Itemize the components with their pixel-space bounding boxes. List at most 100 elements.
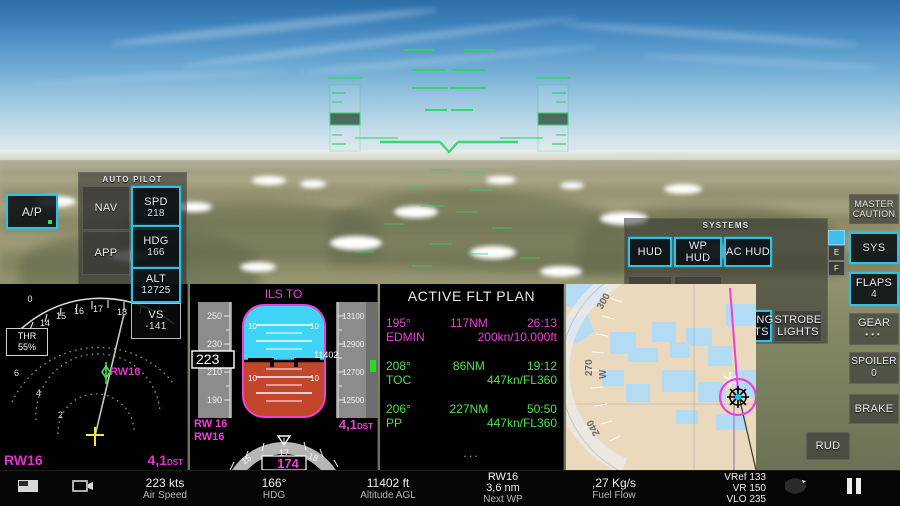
status-fuel-flow: ,27 Kg/s Fuel Flow — [558, 476, 670, 502]
nd-waypoint-label: RW16 — [110, 366, 141, 378]
fuel-gauge-empty-label: E — [828, 245, 845, 261]
status-heading: 166° HDG — [220, 476, 328, 502]
sys-ac-hud-button[interactable]: AC HUD — [724, 237, 772, 267]
camera-icon[interactable] — [71, 479, 94, 498]
svg-text:10: 10 — [248, 322, 257, 331]
svg-text:0: 0 — [27, 294, 32, 304]
systems-panel-title: SYSTEMS — [702, 221, 750, 230]
primary-flight-display[interactable]: ILS TO 10 10 10 10 250 230 210 190 223 1… — [190, 284, 378, 506]
flight-plan-more-button[interactable]: ... — [380, 445, 563, 460]
fuel-flow-value: ,27 Kg/s — [591, 475, 637, 490]
wp1-name: TOC — [386, 373, 412, 387]
ap-nav-button[interactable]: NAV — [82, 186, 130, 230]
brake-button[interactable]: BRAKE — [849, 394, 899, 424]
svg-text:12700: 12700 — [342, 368, 365, 377]
nd-throttle-tag: THR 55% — [6, 328, 48, 356]
wp2-distance: 227NM — [449, 402, 489, 416]
wp1-distance: 86NM — [452, 359, 485, 373]
pfd-altitude-value: 11402 — [314, 350, 339, 360]
spoiler-value: 0 — [871, 368, 877, 379]
wp1-bearing: 208° — [386, 359, 411, 373]
flaps-label: FLAPS — [855, 277, 893, 289]
fuel-flow-label: Fuel Flow — [592, 489, 636, 501]
sys-strobe-lights-button[interactable]: STROBE LIGHTS — [774, 310, 822, 342]
flight-plan-waypoint-row[interactable]: 206° 227NM 50:50 PP 447kn/FL360 — [380, 402, 563, 430]
wp2-bearing: 206° — [386, 402, 411, 416]
status-altitude-agl: 11402 ft Altitude AGL — [328, 476, 448, 502]
wp1-constraint: 447kn/FL360 — [486, 373, 557, 387]
status-bar: 223 kts Air Speed 166° HDG 11402 ft Alti… — [0, 470, 900, 506]
map-graphics: 300 270 W 240 — [566, 284, 756, 470]
wp2-constraint: 447kn/FL360 — [486, 416, 557, 430]
panel-layout-icon[interactable] — [17, 479, 39, 498]
globe-icon[interactable] — [784, 476, 807, 501]
gear-button[interactable]: GEAR ••• — [849, 313, 899, 345]
flight-plan-panel[interactable]: ACTIVE FLT PLAN 195° 117NM 26:13 EDMIN 2… — [380, 284, 564, 470]
wp0-bearing: 195° — [386, 316, 411, 330]
vr-value: 150 — [749, 483, 766, 494]
svg-text:190: 190 — [207, 395, 222, 405]
svg-text:12900: 12900 — [342, 340, 365, 349]
svg-text:223: 223 — [196, 351, 220, 367]
ap-app-button[interactable]: APP — [82, 231, 130, 275]
sys-wp-hud-button[interactable]: WP HUD — [674, 237, 722, 267]
ap-alt-value: 12725 — [141, 285, 171, 296]
heading-label: HDG — [262, 489, 286, 501]
svg-text:12500: 12500 — [342, 396, 365, 405]
flight-plan-waypoint-row[interactable]: 195° 117NM 26:13 EDMIN 200kn/10.000ft — [380, 316, 563, 344]
svg-text:10: 10 — [248, 374, 257, 383]
brake-label: BRAKE — [854, 403, 894, 415]
wp2-eta: 50:50 — [526, 402, 557, 416]
ap-hdg-button[interactable]: HDG 166 — [131, 225, 181, 269]
svg-text:14: 14 — [40, 318, 50, 328]
moving-map[interactable]: 300 270 W 240 — [566, 284, 756, 470]
pfd-distance-unit: DST — [357, 422, 373, 431]
ap-vs-button[interactable]: VS -141 — [131, 303, 181, 339]
svg-text:17: 17 — [93, 304, 103, 314]
svg-text:270: 270 — [584, 359, 595, 376]
sys-button-label: SYS — [862, 242, 886, 254]
autopilot-master-button[interactable]: A/P — [6, 194, 58, 229]
ap-spd-label: SPD — [144, 196, 168, 208]
pfd-nav-source-1: RW 16 — [194, 418, 228, 430]
pause-icon[interactable] — [845, 476, 863, 501]
sys-strobe-lights-line1: STROBE — [774, 314, 822, 326]
svg-text:15: 15 — [56, 311, 66, 321]
vlo-label: VLO — [726, 494, 747, 505]
spoiler-button[interactable]: SPOILER 0 — [849, 352, 899, 384]
svg-text:13100: 13100 — [342, 312, 365, 321]
svg-text:230: 230 — [207, 339, 222, 349]
master-caution-button[interactable]: MASTER CAUTION — [849, 194, 899, 224]
svg-text:2: 2 — [58, 410, 63, 420]
next-wp-label: Next WP — [483, 494, 523, 505]
ap-alt-button[interactable]: ALT 12725 — [131, 267, 181, 303]
flight-plan-waypoint-row[interactable]: 208° 86NM 19:12 TOC 447kn/FL360 — [380, 359, 563, 387]
svg-text:16: 16 — [74, 306, 84, 316]
rudder-button[interactable]: RUD — [806, 432, 850, 460]
ap-nav-label: NAV — [94, 202, 118, 214]
wp0-constraint: 200kn/10.000ft — [477, 330, 557, 344]
ap-spd-button[interactable]: SPD 218 — [131, 186, 181, 230]
fuel-gauge-level — [828, 230, 845, 246]
status-next-wp: RW16 3,6 nm Next WP — [448, 472, 558, 506]
ap-spd-value: 218 — [147, 208, 165, 219]
wp0-eta: 26:13 — [526, 316, 557, 330]
pfd-heading-value: 174 — [277, 455, 299, 471]
fuel-gauge[interactable]: E F — [828, 230, 845, 276]
nd-throttle-label: THR — [17, 331, 37, 341]
svg-text:W: W — [598, 369, 609, 379]
svg-text:250: 250 — [207, 311, 222, 321]
flaps-button[interactable]: FLAPS 4 — [849, 272, 899, 306]
altitude-agl-value: 11402 ft — [366, 475, 410, 490]
flaps-value: 4 — [871, 289, 877, 300]
air-speed-label: Air Speed — [143, 489, 187, 501]
ap-vs-label: VS — [148, 309, 164, 321]
ap-alt-label: ALT — [145, 273, 167, 285]
fuel-gauge-full-label: F — [828, 260, 845, 276]
status-air-speed: 223 kts Air Speed — [110, 476, 220, 502]
rudder-label: RUD — [815, 440, 841, 452]
wp2-name: PP — [386, 416, 403, 430]
sys-button[interactable]: SYS — [849, 232, 899, 264]
sys-hud-button[interactable]: HUD — [628, 237, 672, 267]
svg-text:6: 6 — [14, 368, 19, 378]
